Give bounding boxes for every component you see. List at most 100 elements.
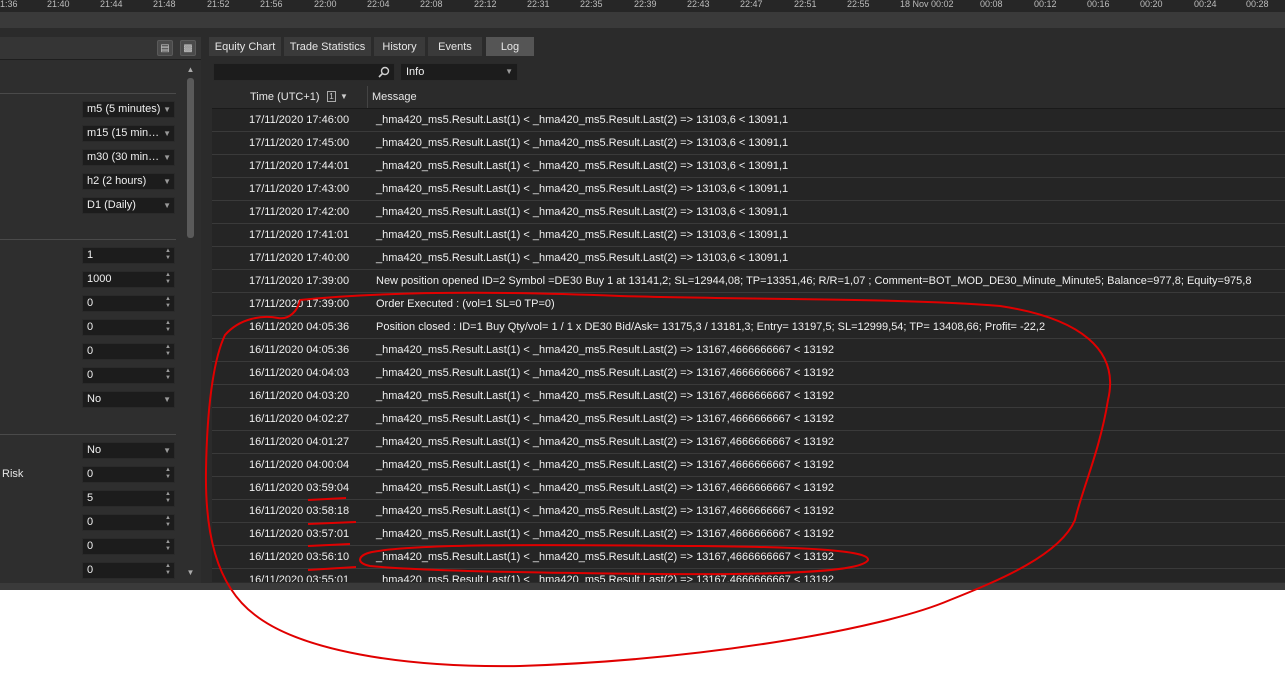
column-header-message[interactable]: Message <box>372 91 417 103</box>
tab-equity-chart[interactable]: Equity Chart <box>208 36 282 57</box>
log-row[interactable]: 16/11/2020 03:58:18 _hma420_ms5.Result.La… <box>212 500 1285 523</box>
log-time-cell: 17/11/2020 17:43:00 <box>249 183 350 195</box>
sort-order-badge: 1 <box>327 91 336 102</box>
time-axis-tick: 22:12 <box>474 0 497 9</box>
scroll-down-icon[interactable]: ▼ <box>186 568 195 577</box>
risk-input[interactable]: 0 ▲ ▼ <box>82 466 175 483</box>
parameter-number-input[interactable]: 0 ▲ ▼ <box>82 562 175 579</box>
log-level-select[interactable]: Info ▼ <box>400 63 518 81</box>
parameter-number-input[interactable]: 5 ▲ ▼ <box>82 490 175 507</box>
log-row[interactable]: 17/11/2020 17:45:00 _hma420_ms5.Result.La… <box>212 132 1285 155</box>
log-time-cell: 16/11/2020 04:02:27 <box>249 413 350 425</box>
log-time-cell: 16/11/2020 04:05:36 <box>249 321 350 333</box>
log-time-cell: 17/11/2020 17:46:00 <box>249 114 350 126</box>
folder-icon[interactable]: ▤ <box>157 40 173 56</box>
log-time-cell: 16/11/2020 03:59:04 <box>249 482 350 494</box>
parameter-number-input[interactable]: 0 ▲ ▼ <box>82 514 175 531</box>
log-row[interactable]: 17/11/2020 17:41:01 _hma420_ms5.Result.La… <box>212 224 1285 247</box>
log-message-cell: _hma420_ms5.Result.Last(1) < _hma420_ms5… <box>376 344 835 356</box>
log-row[interactable]: 17/11/2020 17:39:00 New position opened I… <box>212 270 1285 293</box>
log-time-cell: 16/11/2020 04:05:36 <box>249 344 350 356</box>
timeframe-select-2[interactable]: m15 (15 min… ▼ <box>82 125 175 142</box>
time-axis-tick: 21:40 <box>47 0 70 9</box>
log-row[interactable]: 16/11/2020 04:01:27 _hma420_ms5.Result.La… <box>212 431 1285 454</box>
time-axis-tick: 00:16 <box>1087 0 1110 9</box>
time-axis-tick: 21:48 <box>153 0 176 9</box>
log-row[interactable]: 16/11/2020 03:55:01 _hma420_ms5.Result.La… <box>212 569 1285 582</box>
chevron-down-icon: ▼ <box>505 67 513 76</box>
parameter-number-input[interactable]: 0 ▲ ▼ <box>82 367 175 384</box>
log-toolbar: Info ▼ <box>212 61 1285 85</box>
log-message-cell: _hma420_ms5.Result.Last(1) < _hma420_ms5… <box>376 505 835 517</box>
log-message-cell: Order Executed : (vol=1 SL=0 TP=0) <box>376 298 555 310</box>
log-row[interactable]: 17/11/2020 17:44:01 _hma420_ms5.Result.La… <box>212 155 1285 178</box>
timeline-scrollbar[interactable] <box>0 12 1285 28</box>
parameter-number-input[interactable]: 1000 ▲ ▼ <box>82 271 175 288</box>
sort-desc-icon[interactable]: ▼ <box>340 92 348 101</box>
time-axis-tick: 22:39 <box>634 0 657 9</box>
column-header-time[interactable]: Time (UTC+1) <box>250 91 320 103</box>
time-axis-tick: 1:36 <box>0 0 18 9</box>
log-row[interactable]: 16/11/2020 04:04:03 _hma420_ms5.Result.La… <box>212 362 1285 385</box>
log-row[interactable]: 16/11/2020 04:02:27 _hma420_ms5.Result.La… <box>212 408 1285 431</box>
time-axis: 1:36 21:40 21:44 21:48 21:52 21:56 22:00 22:04 2… <box>0 0 1285 12</box>
log-message-cell: _hma420_ms5.Result.Last(1) < _hma420_ms5… <box>376 114 789 126</box>
log-table-header: Time (UTC+1) 1 ▼ Message <box>212 86 1285 109</box>
scroll-up-icon[interactable]: ▲ <box>186 65 195 74</box>
parameter-number-input[interactable]: 0 ▲ ▼ <box>82 319 175 336</box>
log-row[interactable]: 17/11/2020 17:39:00 Order Executed : (vol… <box>212 293 1285 316</box>
parameter-number-input[interactable]: 0 ▲ ▼ <box>82 295 175 312</box>
search-input[interactable] <box>213 63 395 81</box>
timeframe-select-3[interactable]: m30 (30 min… ▼ <box>82 149 175 166</box>
time-axis-tick: 22:51 <box>794 0 817 9</box>
parameter-select[interactable]: No ▼ <box>82 391 175 408</box>
parameter-number-input[interactable]: 0 ▲ ▼ <box>82 343 175 360</box>
log-row[interactable]: 17/11/2020 17:40:00 _hma420_ms5.Result.La… <box>212 247 1285 270</box>
save-icon[interactable]: ▩ <box>180 40 196 56</box>
log-row[interactable]: 16/11/2020 03:56:10 _hma420_ms5.Result.La… <box>212 546 1285 569</box>
log-row[interactable]: 16/11/2020 04:05:36 _hma420_ms5.Result.La… <box>212 339 1285 362</box>
log-time-cell: 16/11/2020 03:58:18 <box>249 505 350 517</box>
time-axis-tick: 22:47 <box>740 0 763 9</box>
parameter-number-input[interactable]: 0 ▲ ▼ <box>82 538 175 555</box>
log-row[interactable]: 16/11/2020 03:59:04 _hma420_ms5.Result.La… <box>212 477 1285 500</box>
search-icon <box>378 66 390 78</box>
log-row[interactable]: 16/11/2020 04:03:20 _hma420_ms5.Result.La… <box>212 385 1285 408</box>
time-axis-tick: 22:31 <box>527 0 550 9</box>
log-message-cell: _hma420_ms5.Result.Last(1) < _hma420_ms5… <box>376 367 835 379</box>
time-axis-tick: 22:00 <box>314 0 337 9</box>
parameters-scrollbar[interactable]: ▲ ▼ <box>186 63 195 580</box>
log-row[interactable]: 16/11/2020 04:00:04 _hma420_ms5.Result.La… <box>212 454 1285 477</box>
timeframe-select-1[interactable]: m5 (5 minutes) ▼ <box>82 101 175 118</box>
column-divider[interactable] <box>367 86 368 108</box>
log-message-cell: _hma420_ms5.Result.Last(1) < _hma420_ms5… <box>376 413 835 425</box>
log-row[interactable]: 17/11/2020 17:46:00 _hma420_ms5.Result.La… <box>212 109 1285 132</box>
timeframe-select-4[interactable]: h2 (2 hours) ▼ <box>82 173 175 190</box>
tab-history[interactable]: History <box>373 36 426 57</box>
parameter-number-input[interactable]: 1 ▲ ▼ <box>82 247 175 264</box>
log-row[interactable]: 16/11/2020 04:05:36 Position closed : ID=… <box>212 316 1285 339</box>
log-row[interactable]: 17/11/2020 17:43:00 _hma420_ms5.Result.La… <box>212 178 1285 201</box>
scroll-thumb[interactable] <box>187 78 194 238</box>
log-time-cell: 16/11/2020 04:04:03 <box>249 367 350 379</box>
time-axis-tick: 21:56 <box>260 0 283 9</box>
tab-log[interactable]: Log <box>485 36 535 57</box>
log-time-cell: 17/11/2020 17:41:01 <box>249 229 350 241</box>
group-separator <box>0 93 176 94</box>
tab-trade-statistics[interactable]: Trade Statistics <box>283 36 372 57</box>
parameters-panel: ▤ ▩ m5 (5 minutes) ▼ m15 (15 min… ▼ m30 (3… <box>0 37 201 583</box>
log-row[interactable]: 16/11/2020 03:57:01 _hma420_ms5.Result.La… <box>212 523 1285 546</box>
tab-events[interactable]: Events <box>427 36 483 57</box>
log-message-cell: _hma420_ms5.Result.Last(1) < _hma420_ms5… <box>376 160 789 172</box>
log-time-cell: 16/11/2020 04:03:20 <box>249 390 350 402</box>
log-message-cell: _hma420_ms5.Result.Last(1) < _hma420_ms5… <box>376 137 789 149</box>
timeframe-select-5[interactable]: D1 (Daily) ▼ <box>82 197 175 214</box>
log-time-cell: 16/11/2020 03:57:01 <box>249 528 350 540</box>
log-time-cell: 17/11/2020 17:40:00 <box>249 252 350 264</box>
log-message-cell: _hma420_ms5.Result.Last(1) < _hma420_ms5… <box>376 183 789 195</box>
log-time-cell: 17/11/2020 17:39:00 <box>249 298 350 310</box>
log-row[interactable]: 17/11/2020 17:42:00 _hma420_ms5.Result.La… <box>212 201 1285 224</box>
results-panel: Equity Chart Trade Statistics History Ev… <box>207 32 1285 586</box>
parameter-select[interactable]: No ▼ <box>82 442 175 459</box>
time-axis-tick: 21:44 <box>100 0 123 9</box>
